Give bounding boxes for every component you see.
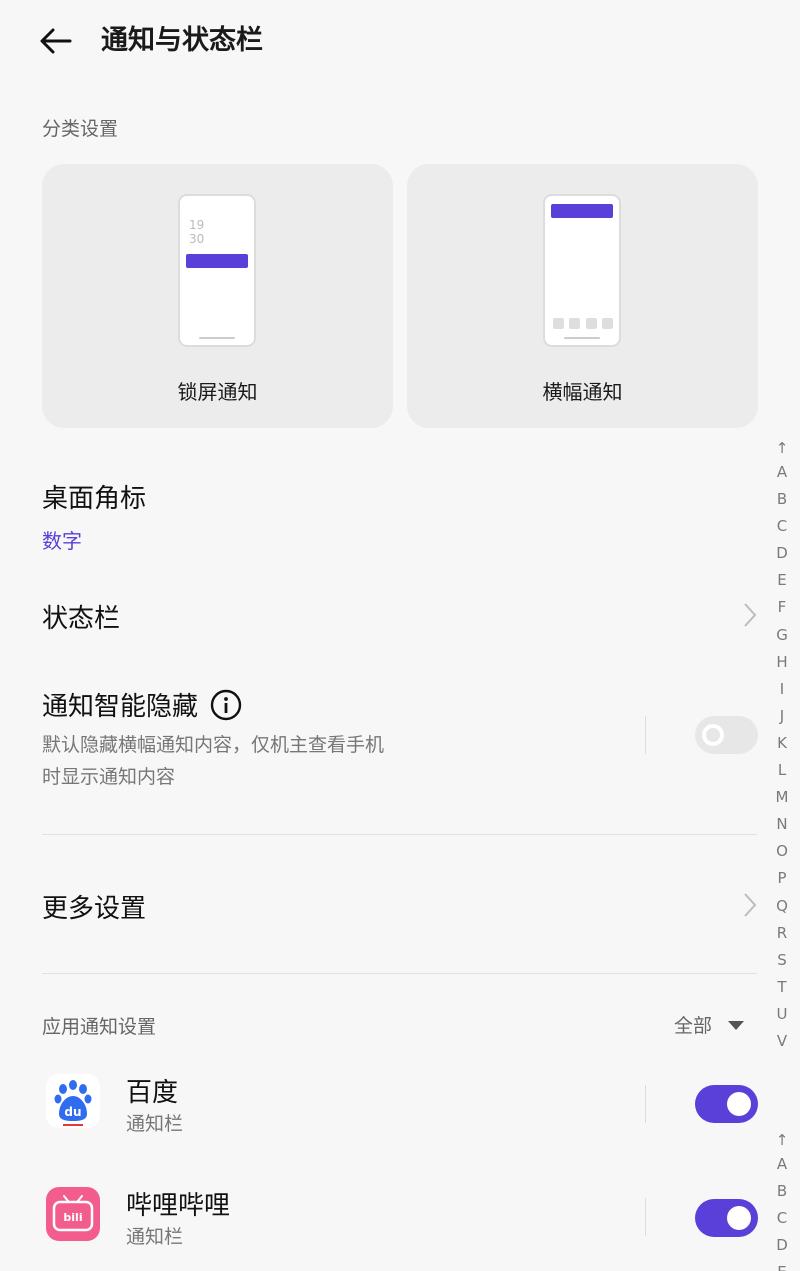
app-sub: 通知栏 <box>126 1226 184 1248</box>
index-letter-j[interactable]: J <box>767 703 797 730</box>
index-top-icon[interactable]: ↑ <box>767 1129 797 1151</box>
index-letter-q[interactable]: Q <box>767 893 797 920</box>
smart-hide-description-line2: 时显示通知内容 <box>42 766 176 788</box>
category-section-label: 分类设置 <box>42 118 119 140</box>
banner-preview-phone <box>543 194 621 347</box>
index-letter-o[interactable]: O <box>767 838 797 865</box>
vertical-divider <box>645 1198 646 1236</box>
index-letter-p[interactable]: P <box>767 865 797 892</box>
index-letter-r[interactable]: R <box>767 920 797 947</box>
dropdown-triangle-icon <box>728 1020 745 1030</box>
lockscreen-preview-phone: 19 30 <box>178 194 256 347</box>
baidu-notification-toggle[interactable] <box>695 1085 758 1123</box>
index-letter-c[interactable]: C <box>767 1205 797 1232</box>
svg-text:du: du <box>64 1105 81 1119</box>
app-row-bilibili[interactable]: bili 哔哩哔哩 通知栏 <box>42 1185 642 1255</box>
home-indicator <box>199 337 235 339</box>
index-letter-c[interactable]: C <box>767 513 797 540</box>
alphabet-index-bar[interactable]: ↑ ABCDEFGHIJKLMNOPQRSTUV <box>767 437 797 1055</box>
index-letter-a[interactable]: A <box>767 1151 797 1178</box>
banner-notification-label: 横幅通知 <box>542 380 623 404</box>
alphabet-index-bar-secondary[interactable]: ↑ ABCDE <box>767 1129 797 1271</box>
chevron-right-icon <box>744 603 757 627</box>
bilibili-icon: bili <box>46 1187 100 1241</box>
index-letter-h[interactable]: H <box>767 649 797 676</box>
app-row-baidu[interactable]: du 百度 通知栏 <box>42 1072 642 1142</box>
status-bar-title: 状态栏 <box>42 604 121 634</box>
banner-notification-bar <box>551 204 613 218</box>
index-letter-d[interactable]: D <box>767 1232 797 1259</box>
app-name: 百度 <box>126 1078 179 1108</box>
app-filter-value: 全部 <box>674 1015 713 1037</box>
index-letter-t[interactable]: T <box>767 974 797 1001</box>
app-filter-dropdown[interactable]: 全部 <box>674 1011 746 1038</box>
app-name: 哔哩哔哩 <box>126 1191 231 1221</box>
status-bar-row[interactable]: 状态栏 <box>42 598 760 642</box>
smart-hide-toggle[interactable] <box>695 716 758 754</box>
index-letter-u[interactable]: U <box>767 1001 797 1028</box>
app-sub: 通知栏 <box>126 1113 184 1135</box>
baidu-icon: du <box>46 1074 100 1128</box>
home-indicator <box>564 337 600 339</box>
info-icon[interactable] <box>210 689 242 721</box>
lockscreen-notification-label: 锁屏通知 <box>177 380 258 404</box>
smart-hide-description-line1: 默认隐藏横幅通知内容，仅机主查看手机 <box>42 734 385 756</box>
index-letter-d[interactable]: D <box>767 540 797 567</box>
desktop-badge-value: 数字 <box>42 529 82 553</box>
header-bar: 通知与状态栏 <box>0 0 800 90</box>
lockscreen-notification-card[interactable]: 19 30 锁屏通知 <box>42 164 393 428</box>
index-letter-f[interactable]: F <box>767 594 797 621</box>
svg-text:bili: bili <box>63 1211 82 1224</box>
index-letter-e[interactable]: E <box>767 567 797 594</box>
bilibili-notification-toggle[interactable] <box>695 1199 758 1237</box>
lockscreen-notification-bar <box>186 254 248 268</box>
divider <box>42 973 757 974</box>
index-letter-g[interactable]: G <box>767 622 797 649</box>
index-letter-e[interactable]: E <box>767 1259 797 1271</box>
more-settings-title: 更多设置 <box>42 894 147 924</box>
banner-notification-card[interactable]: 横幅通知 <box>407 164 758 428</box>
index-letter-n[interactable]: N <box>767 811 797 838</box>
divider <box>42 834 757 835</box>
index-letter-b[interactable]: B <box>767 1178 797 1205</box>
index-top-icon[interactable]: ↑ <box>767 437 797 459</box>
vertical-divider <box>645 1085 646 1123</box>
back-arrow-icon <box>40 28 72 54</box>
chevron-right-icon <box>744 893 757 917</box>
index-letter-k[interactable]: K <box>767 730 797 757</box>
back-button[interactable] <box>36 22 76 62</box>
index-letter-a[interactable]: A <box>767 459 797 486</box>
index-letter-b[interactable]: B <box>767 486 797 513</box>
desktop-badge-row[interactable]: 桌面角标 数字 <box>42 478 742 558</box>
smart-hide-row: 通知智能隐藏 默认隐藏横幅通知内容，仅机主查看手机 时显示通知内容 <box>42 686 642 793</box>
index-letter-l[interactable]: L <box>767 757 797 784</box>
app-notification-section-label: 应用通知设置 <box>42 1016 157 1038</box>
index-letter-i[interactable]: I <box>767 676 797 703</box>
lockscreen-clock: 19 30 <box>189 218 205 246</box>
smart-hide-title: 通知智能隐藏 <box>42 692 199 722</box>
desktop-badge-title: 桌面角标 <box>42 484 147 514</box>
index-letter-v[interactable]: V <box>767 1028 797 1055</box>
preview-dock <box>553 318 613 330</box>
vertical-divider <box>645 716 646 754</box>
more-settings-row[interactable]: 更多设置 <box>42 888 760 932</box>
index-letter-m[interactable]: M <box>767 784 797 811</box>
page-title: 通知与状态栏 <box>101 25 263 56</box>
index-letter-s[interactable]: S <box>767 947 797 974</box>
